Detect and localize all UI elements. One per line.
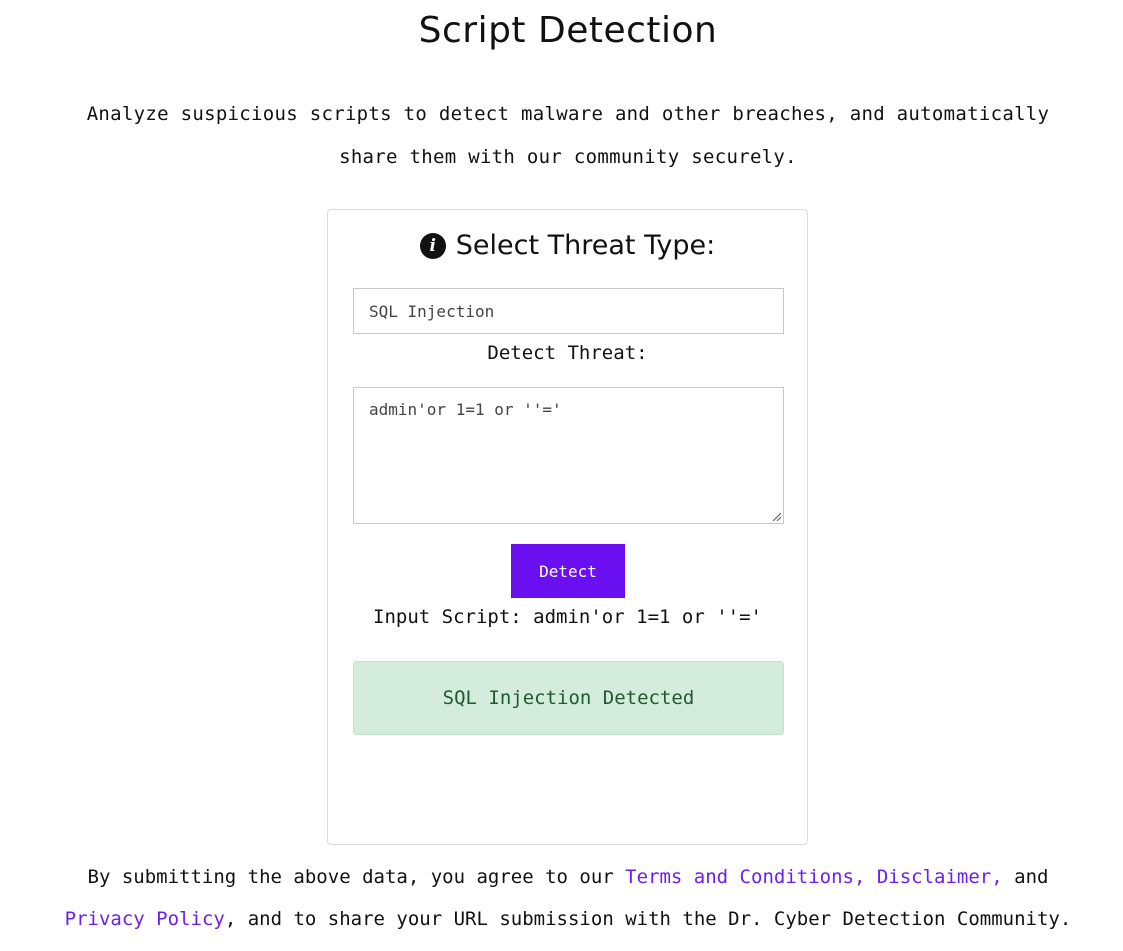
page: Script Detection Analyze suspicious scri… bbox=[0, 0, 1123, 951]
disclaimer-link[interactable]: Disclaimer, bbox=[877, 866, 1003, 888]
result-alert: SQL Injection Detected bbox=[353, 661, 784, 735]
resize-handle-icon[interactable] bbox=[771, 511, 781, 521]
card-header: i Select Threat Type: bbox=[328, 230, 807, 261]
page-title: Script Detection bbox=[418, 10, 718, 51]
info-circle-icon: i bbox=[419, 232, 446, 259]
footer-text-and: and bbox=[1002, 866, 1049, 888]
detect-threat-label: Detect Threat: bbox=[487, 342, 648, 364]
privacy-policy-link[interactable]: Privacy Policy bbox=[65, 908, 225, 930]
threat-type-select[interactable]: SQL Injection bbox=[353, 288, 784, 334]
input-script-text: Input Script: admin'or 1=1 or ''=' bbox=[373, 606, 762, 628]
card-title: Select Threat Type: bbox=[455, 230, 716, 261]
script-input[interactable]: admin'or 1=1 or ''=' bbox=[353, 387, 784, 524]
detect-button[interactable]: Detect bbox=[511, 544, 625, 598]
footer-text-after: , and to share your URL submission with … bbox=[224, 908, 1072, 930]
footer-text-before: By submitting the above data, you agree … bbox=[87, 866, 626, 888]
detection-card: i Select Threat Type: SQL Injection Dete… bbox=[327, 209, 808, 845]
footer-space bbox=[865, 866, 876, 888]
page-subtitle: Analyze suspicious scripts to detect mal… bbox=[86, 103, 1050, 168]
terms-link[interactable]: Terms and Conditions, bbox=[625, 866, 865, 888]
footer-disclaimer: By submitting the above data, you agree … bbox=[40, 856, 1096, 940]
